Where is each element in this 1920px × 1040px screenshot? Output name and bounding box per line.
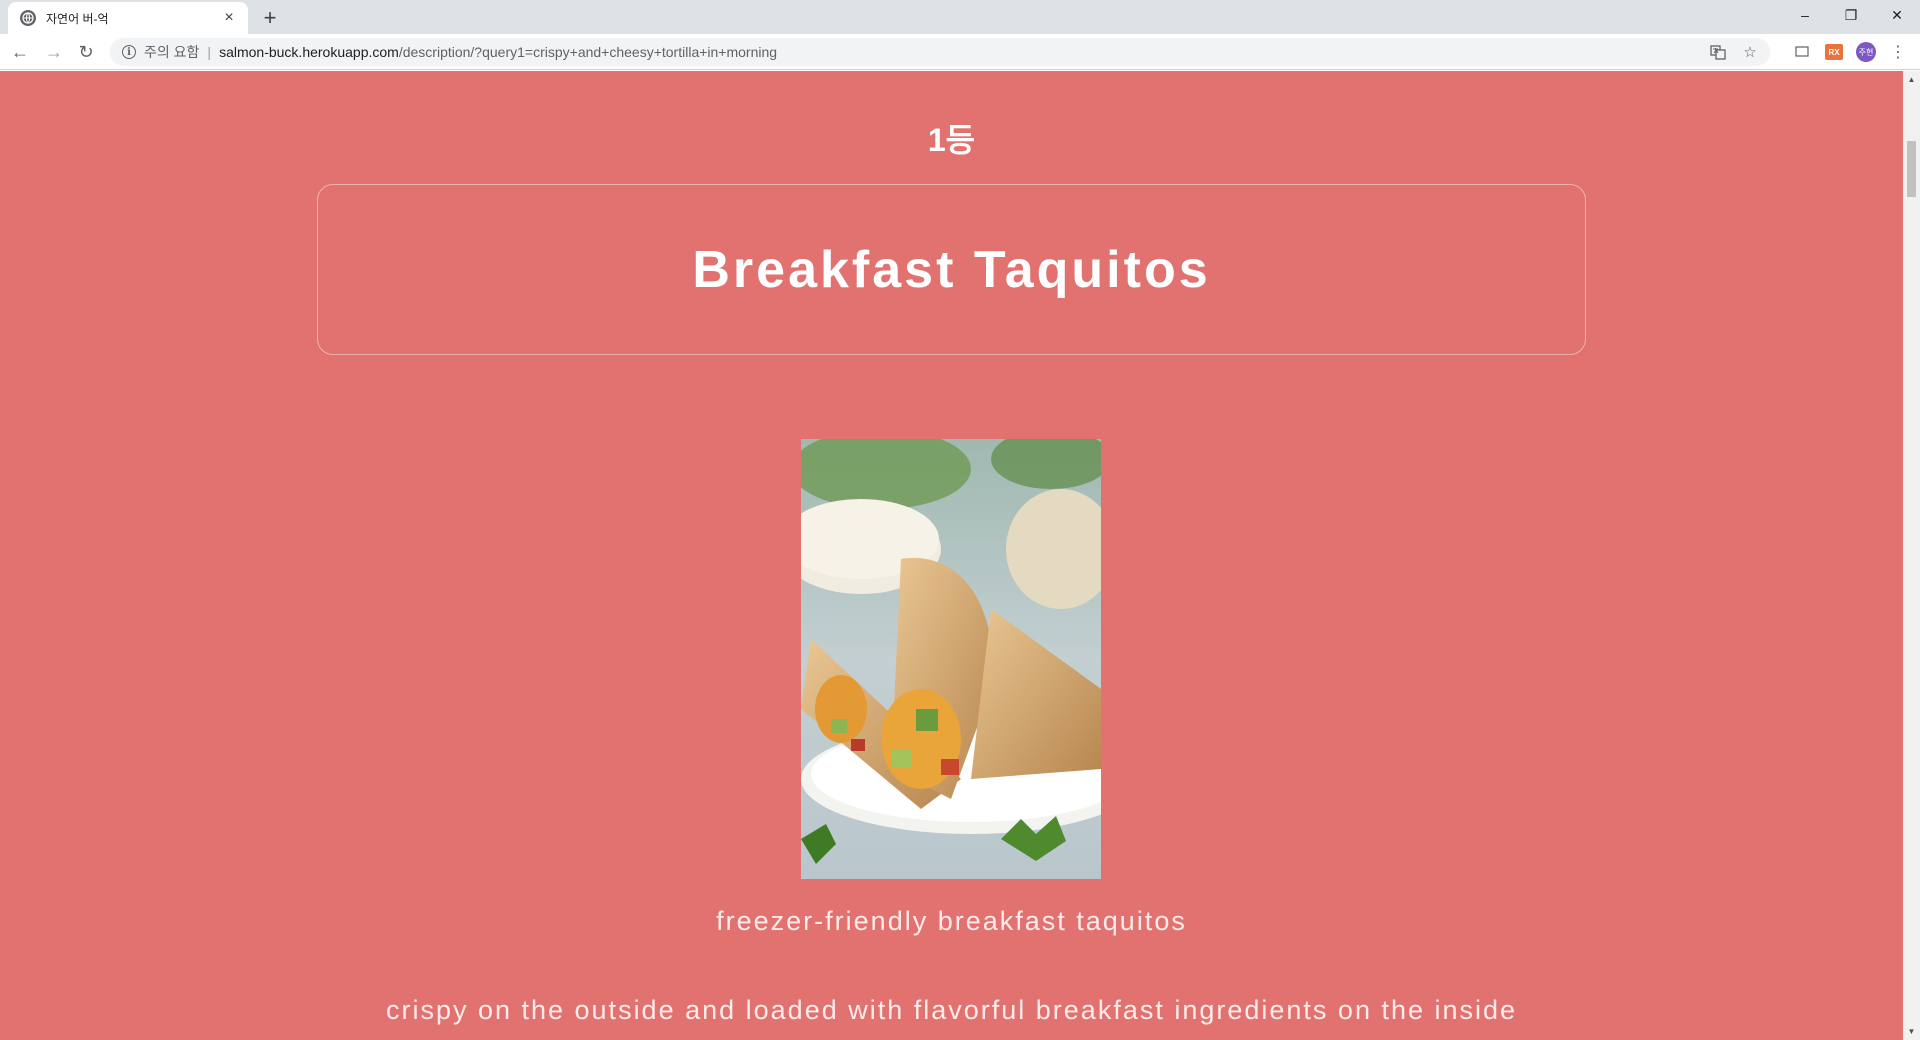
url-separator: | — [207, 44, 212, 60]
tab-title: 자연어 버-억 — [46, 11, 109, 26]
browser-toolbar: ← → ↻ i 주의 요함 | salmon-buck.herokuapp.co… — [0, 34, 1920, 70]
scroll-down-icon[interactable]: ▼ — [1903, 1023, 1920, 1040]
extension-icon[interactable]: RX — [1822, 40, 1846, 64]
new-tab-button[interactable]: + — [258, 6, 282, 30]
cast-icon[interactable] — [1790, 40, 1814, 64]
avatar: 주현 — [1856, 42, 1876, 62]
browser-tab[interactable]: 자연어 버-억 × — [8, 2, 248, 34]
page-content: 1등 Breakfast Taquitos freezer-friendly b… — [0, 71, 1903, 1040]
reload-button[interactable]: ↻ — [74, 40, 98, 64]
tab-close-icon[interactable]: × — [220, 9, 238, 27]
scroll-up-icon[interactable]: ▲ — [1903, 71, 1920, 88]
security-warning[interactable]: 주의 요함 — [144, 42, 199, 62]
page-scrollbar[interactable]: ▲ ▼ — [1903, 71, 1920, 1040]
extensions-area: RX 주현 ⋮ — [1790, 40, 1910, 64]
extension-badge: RX — [1825, 44, 1843, 60]
address-bar[interactable]: i 주의 요함 | salmon-buck.herokuapp.com/desc… — [110, 38, 1770, 66]
taquitos-illustration — [801, 439, 1101, 879]
globe-icon — [20, 10, 36, 26]
info-icon[interactable]: i — [122, 45, 136, 59]
window-close-button[interactable]: ✕ — [1874, 0, 1920, 30]
tab-strip: 자연어 버-억 × + – ❐ ✕ — [0, 0, 1920, 34]
recipe-caption: freezer-friendly breakfast taquitos — [716, 906, 1187, 936]
scroll-thumb[interactable] — [1907, 141, 1916, 197]
recipe-image — [801, 439, 1101, 879]
back-button[interactable]: ← — [8, 40, 32, 64]
omnibox-actions: ☆ — [1708, 42, 1760, 62]
minimize-button[interactable]: – — [1782, 0, 1828, 30]
rank-label: 1등 — [927, 122, 976, 158]
url-host[interactable]: salmon-buck.herokuapp.com — [219, 44, 399, 60]
translate-icon[interactable] — [1708, 42, 1728, 62]
url-path[interactable]: /description/?query1=crispy+and+cheesy+t… — [399, 44, 777, 60]
recipe-description: crispy on the outside and loaded with fl… — [385, 995, 1518, 1025]
title-card: Breakfast Taquitos — [317, 184, 1586, 355]
window-controls: – ❐ ✕ — [1782, 0, 1920, 30]
kebab-menu-icon[interactable]: ⋮ — [1886, 40, 1910, 64]
forward-button[interactable]: → — [42, 40, 66, 64]
star-icon[interactable]: ☆ — [1740, 42, 1760, 62]
restore-button[interactable]: ❐ — [1828, 0, 1874, 30]
profile-avatar[interactable]: 주현 — [1854, 40, 1878, 64]
recipe-title: Breakfast Taquitos — [692, 240, 1211, 299]
